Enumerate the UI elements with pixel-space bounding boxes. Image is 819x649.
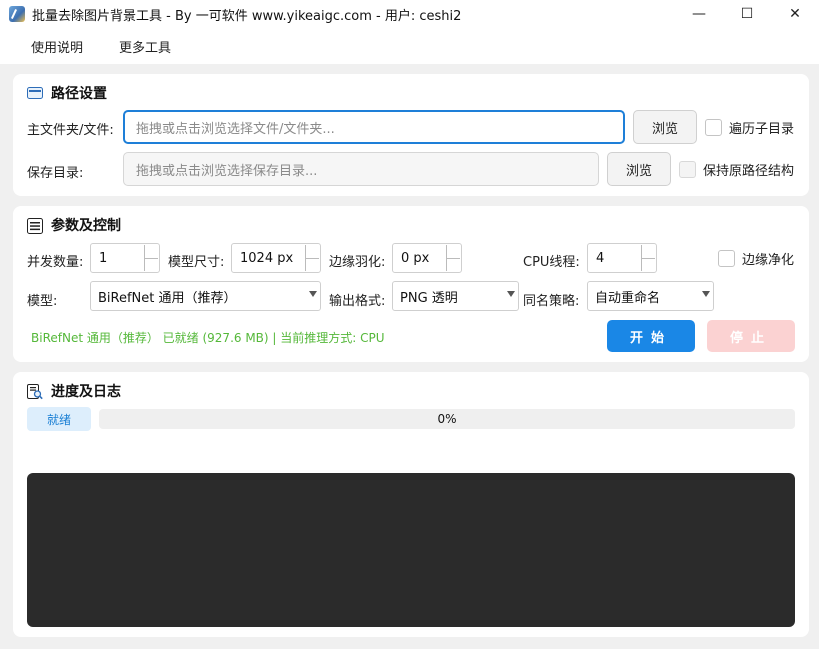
progress-log-panel: 进度及日志 就绪 0% xyxy=(13,372,809,637)
chevron-down-icon xyxy=(309,291,317,297)
spin-arrows[interactable] xyxy=(144,245,158,271)
progress-bar: 0% xyxy=(99,409,795,429)
edge-clean-checkbox[interactable]: 边缘净化 xyxy=(718,249,794,268)
model-size-label: 模型尺寸: xyxy=(168,255,225,270)
minimize-button[interactable]: — xyxy=(675,0,723,28)
model-label: 模型: xyxy=(27,294,58,309)
keep-structure-checkbox-box[interactable] xyxy=(679,161,696,178)
window-title: 批量去除图片背景工具 - By 一可软件 www.yikeaigc.com - … xyxy=(32,8,462,24)
main-path-label: 主文件夹/文件: xyxy=(27,123,114,138)
concurrency-spinbox[interactable]: 1 xyxy=(90,243,160,273)
progress-text: 0% xyxy=(437,412,457,426)
close-button[interactable]: ✕ xyxy=(771,0,819,28)
spin-arrows[interactable] xyxy=(446,245,460,271)
maximize-button[interactable]: ☐ xyxy=(723,0,771,28)
chevron-down-icon xyxy=(507,291,515,297)
params-panel: 参数及控制 并发数量: 1 模型尺寸: 1024 px 边缘羽化: 0 px C… xyxy=(13,206,809,362)
spin-arrows[interactable] xyxy=(641,245,655,271)
path-settings-panel: 路径设置 主文件夹/文件: 拖拽或点击浏览选择文件/文件夹... 浏览 遍历子目… xyxy=(13,74,809,196)
same-name-select[interactable]: 自动重命名 xyxy=(587,281,714,311)
output-format-label: 输出格式: xyxy=(329,294,386,309)
params-title: 参数及控制 xyxy=(27,215,121,235)
model-size-spinbox[interactable]: 1024 px xyxy=(231,243,321,273)
menu-bar: 使用说明 更多工具 xyxy=(0,28,819,64)
log-search-icon xyxy=(27,384,43,400)
log-output[interactable] xyxy=(27,473,795,627)
model-select[interactable]: BiRefNet 通用（推荐） xyxy=(90,281,321,311)
title-bar: 批量去除图片背景工具 - By 一可软件 www.yikeaigc.com - … xyxy=(0,0,819,28)
menu-item-usage[interactable]: 使用说明 xyxy=(31,37,83,56)
recurse-checkbox-box[interactable] xyxy=(705,119,722,136)
start-button[interactable]: 开始 xyxy=(607,320,695,352)
save-dir-input[interactable]: 拖拽或点击浏览选择保存目录... xyxy=(123,152,599,186)
save-dir-label: 保存目录: xyxy=(27,166,84,181)
status-badge: 就绪 xyxy=(27,407,91,431)
menu-item-more-tools[interactable]: 更多工具 xyxy=(119,37,171,56)
path-settings-title: 路径设置 xyxy=(27,83,107,103)
folder-icon xyxy=(27,86,43,100)
stop-button[interactable]: 停止 xyxy=(707,320,795,352)
model-status-text: BiRefNet 通用（推荐） 已就绪 (927.6 MB) | 当前推理方式:… xyxy=(31,331,385,345)
output-format-select[interactable]: PNG 透明 xyxy=(392,281,519,311)
cpu-threads-spinbox[interactable]: 4 xyxy=(587,243,657,273)
window-controls: — ☐ ✕ xyxy=(675,0,819,28)
keep-structure-checkbox[interactable]: 保持原路径结构 xyxy=(679,160,794,179)
main-browse-button[interactable]: 浏览 xyxy=(633,110,697,144)
spin-arrows[interactable] xyxy=(305,245,319,271)
feather-label: 边缘羽化: xyxy=(329,255,386,270)
edge-clean-checkbox-box[interactable] xyxy=(718,250,735,267)
same-name-label: 同名策略: xyxy=(523,294,580,309)
cpu-threads-label: CPU线程: xyxy=(523,255,580,270)
save-browse-button[interactable]: 浏览 xyxy=(607,152,671,186)
feather-spinbox[interactable]: 0 px xyxy=(392,243,462,273)
concurrency-label: 并发数量: xyxy=(27,255,84,270)
main-path-input[interactable]: 拖拽或点击浏览选择文件/文件夹... xyxy=(123,110,625,144)
app-icon xyxy=(9,6,25,22)
list-icon xyxy=(27,218,43,234)
recurse-subdirs-checkbox[interactable]: 遍历子目录 xyxy=(705,118,794,137)
progress-title: 进度及日志 xyxy=(27,381,121,401)
chevron-down-icon xyxy=(702,291,710,297)
